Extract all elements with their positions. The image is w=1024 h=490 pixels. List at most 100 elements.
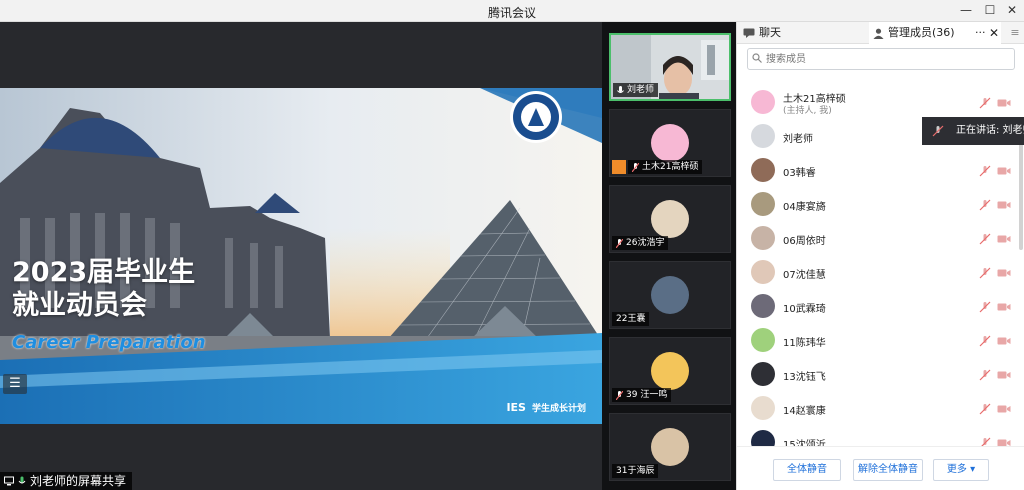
list-item[interactable]: 10武霖琦	[737, 290, 1024, 324]
avatar	[751, 260, 775, 284]
speaking-tooltip: 正在讲话: 刘老师	[922, 117, 1024, 145]
video-tile-label: 39 汪一鸣	[612, 388, 672, 402]
member-name: 11陈玮华	[783, 338, 826, 349]
mic-off-icon[interactable]	[979, 267, 991, 279]
person-icon	[873, 28, 884, 39]
mic-off-icon[interactable]	[979, 233, 991, 245]
minimize-icon[interactable]: —	[954, 0, 978, 22]
slide-title-line2: 就业动员会	[12, 290, 147, 321]
video-tile-label: 26沈浩宇	[612, 236, 669, 250]
avatar	[751, 294, 775, 318]
avatar	[651, 124, 689, 162]
avatar	[751, 90, 775, 114]
list-item[interactable]: 07沈佳慧	[737, 256, 1024, 290]
mic-off-icon	[932, 125, 944, 137]
mic-off-icon[interactable]	[979, 165, 991, 177]
tab-chat[interactable]: 聊天	[741, 22, 869, 44]
slide-menu-icon[interactable]: ☰	[3, 374, 27, 394]
close-panel-icon[interactable]: ✕	[989, 22, 999, 44]
search-input[interactable]	[747, 48, 1015, 70]
mic-icon	[18, 476, 26, 484]
list-item[interactable]: 14赵寰康	[737, 392, 1024, 426]
mic-off-icon[interactable]	[979, 369, 991, 381]
slide-footer: IES 学生成长计划	[506, 401, 586, 414]
mic-off-icon	[616, 238, 623, 248]
slide-footer-brand: IES	[506, 401, 526, 414]
tab-members[interactable]: 管理成员(36) ··· ✕	[869, 22, 1001, 44]
chat-icon	[743, 28, 755, 38]
avatar	[651, 352, 689, 390]
slide-footer-text: 学生成长计划	[531, 404, 586, 414]
slide-title-line1: 2023届毕业生	[12, 257, 196, 288]
mic-off-icon[interactable]	[979, 199, 991, 211]
mic-off-icon	[616, 390, 623, 400]
video-tiles-column: 刘老师 土木21高梓硕 26沈浩宇 22王囊 39 汪一鸣 31于海辰	[602, 22, 736, 490]
more-button[interactable]: 更多 ▾	[933, 459, 989, 481]
maximize-icon[interactable]: ☐	[978, 0, 1002, 22]
video-tile-label: 31于海辰	[612, 464, 659, 478]
avatar	[651, 276, 689, 314]
avatar	[651, 428, 689, 466]
mic-off-icon[interactable]	[979, 97, 991, 109]
member-name: 10武霖琦	[783, 304, 826, 315]
mic-off-icon[interactable]	[979, 301, 991, 313]
camera-off-icon[interactable]	[997, 268, 1011, 278]
avatar	[751, 362, 775, 386]
members-footer: 全体静音 解除全体静音 更多 ▾	[737, 446, 1024, 490]
camera-off-icon[interactable]	[997, 234, 1011, 244]
member-name: 07沈佳慧	[783, 270, 826, 281]
search-icon	[752, 53, 762, 63]
video-tile[interactable]: 22王囊	[609, 261, 731, 329]
screen-share-text: 刘老师的屏幕共享	[30, 474, 127, 488]
avatar	[751, 158, 775, 182]
video-tile[interactable]: 39 汪一鸣	[609, 337, 731, 405]
member-name: 14赵寰康	[783, 406, 826, 417]
camera-off-icon[interactable]	[997, 370, 1011, 380]
camera-off-icon[interactable]	[997, 404, 1011, 414]
list-item[interactable]: 13沈钰飞	[737, 358, 1024, 392]
avatar	[751, 226, 775, 250]
avatar	[751, 328, 775, 352]
camera-off-icon[interactable]	[997, 336, 1011, 346]
mic-off-icon[interactable]	[979, 403, 991, 415]
camera-off-icon[interactable]	[997, 166, 1011, 176]
member-role: (主持人, 我)	[783, 106, 832, 116]
list-item[interactable]: 15沈颂沂	[737, 426, 1024, 448]
list-item[interactable]: 04康宴旖	[737, 188, 1024, 222]
members-scrollbar[interactable]	[1019, 140, 1023, 250]
slide-title: 2023届毕业生 就业动员会	[12, 256, 195, 322]
avatar	[751, 124, 775, 148]
member-name: 13沈钰飞	[783, 372, 826, 383]
mic-icon	[617, 85, 624, 93]
video-tile[interactable]: 31于海辰	[609, 413, 731, 481]
window-title: 腾讯会议	[487, 6, 536, 20]
avatar	[651, 200, 689, 238]
unmute-all-button[interactable]: 解除全体静音	[853, 459, 923, 481]
panel-tabs: 聊天 管理成员(36) ··· ✕ ≡	[737, 22, 1024, 44]
slide-subtitle: Career Preparation	[12, 332, 206, 353]
mute-all-button[interactable]: 全体静音	[773, 459, 841, 481]
panel-menu-icon[interactable]: ≡	[1005, 22, 1024, 44]
camera-off-icon[interactable]	[997, 302, 1011, 312]
close-icon[interactable]: ✕	[1000, 0, 1024, 22]
mic-off-icon[interactable]	[979, 335, 991, 347]
avatar	[751, 192, 775, 216]
member-name: 06周依时	[783, 236, 826, 247]
school-logo-icon	[510, 91, 562, 143]
list-item[interactable]: 11陈玮华	[737, 324, 1024, 358]
avatar	[751, 396, 775, 420]
video-tile-label: 22王囊	[612, 312, 650, 326]
list-item[interactable]: 06周依时	[737, 222, 1024, 256]
video-tile-label: 土木21高梓硕	[628, 160, 703, 174]
more-options-icon[interactable]: ···	[975, 22, 986, 44]
list-item[interactable]: 03韩睿	[737, 154, 1024, 188]
video-tile[interactable]: 刘老师	[609, 33, 731, 101]
list-item[interactable]: 土木21高梓硕 (主持人, 我)	[737, 86, 1024, 120]
video-tile[interactable]: 26沈浩宇	[609, 185, 731, 253]
camera-off-icon[interactable]	[997, 98, 1011, 108]
video-tile[interactable]: 土木21高梓硕	[609, 109, 731, 177]
title-bar: 腾讯会议 — ☐ ✕	[0, 0, 1024, 22]
camera-off-icon[interactable]	[997, 200, 1011, 210]
mic-off-icon	[632, 162, 639, 172]
presentation-slide: 2023届毕业生 就业动员会 Career Preparation IES 学生成…	[0, 88, 602, 424]
